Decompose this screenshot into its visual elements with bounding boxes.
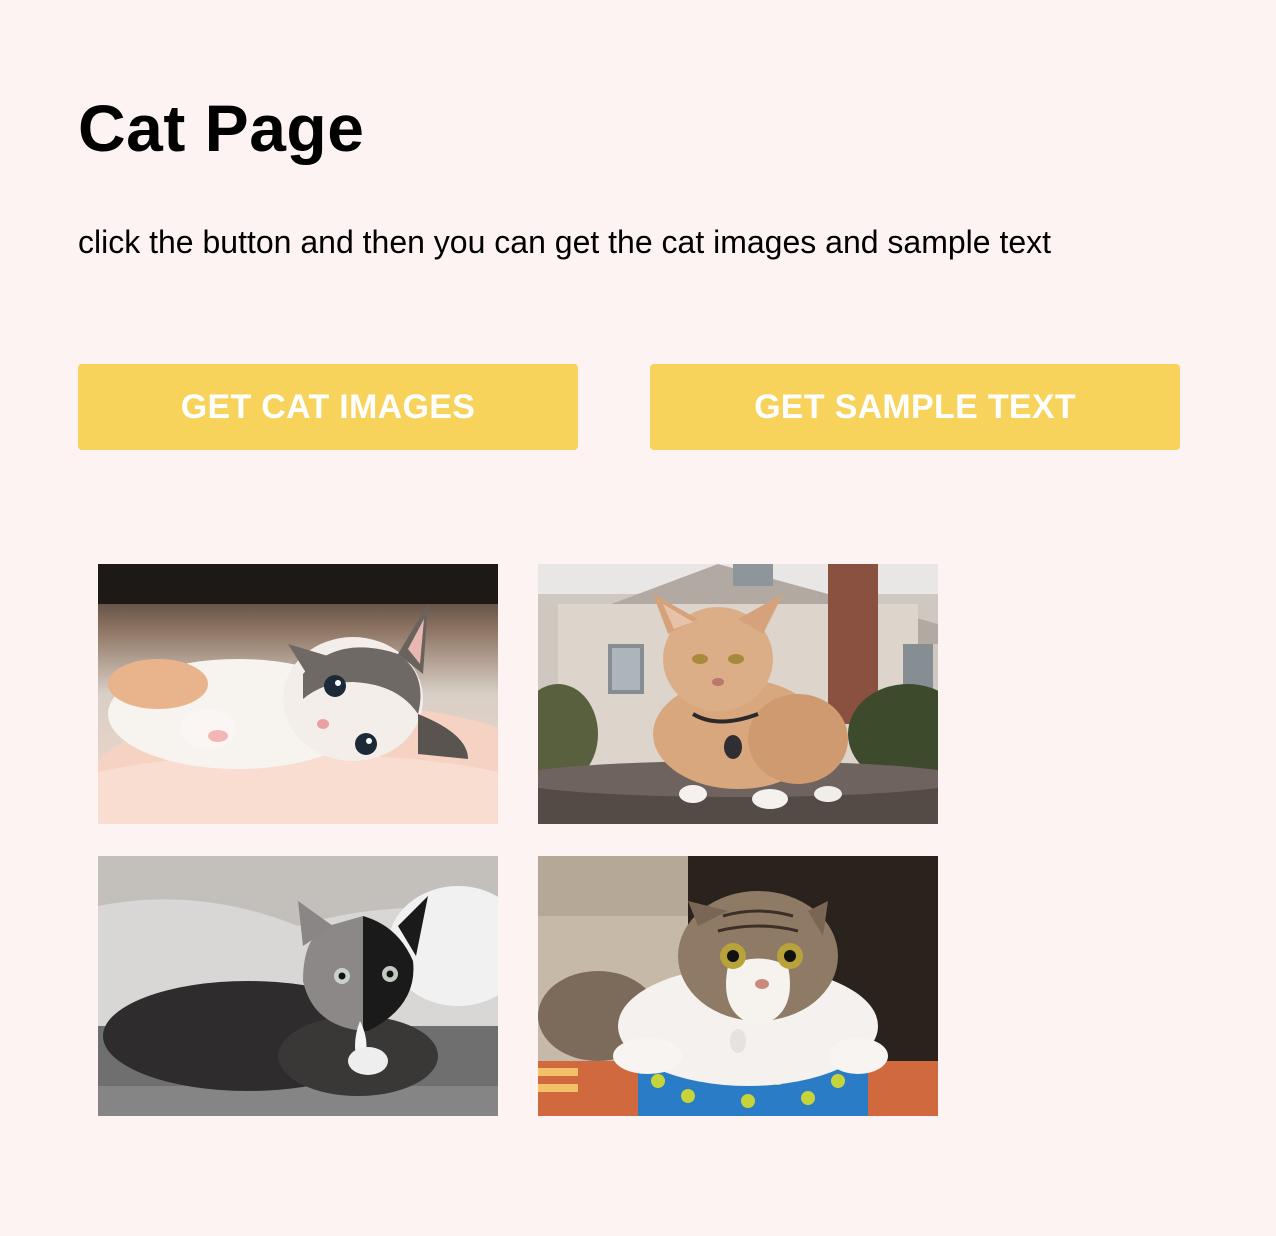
- page-description: click the button and then you can get th…: [78, 224, 1052, 260]
- get-sample-text-button[interactable]: GET SAMPLE TEXT: [650, 364, 1180, 450]
- cat-image-two-tone-cat: [98, 856, 498, 1116]
- get-cat-images-button[interactable]: GET CAT IMAGES: [78, 364, 578, 450]
- page-title: Cat Page: [78, 91, 365, 165]
- cat-image-orange-cat: [538, 564, 938, 824]
- cat-image-tabby-cat: [538, 856, 938, 1116]
- cat-image-kitten: [98, 564, 498, 824]
